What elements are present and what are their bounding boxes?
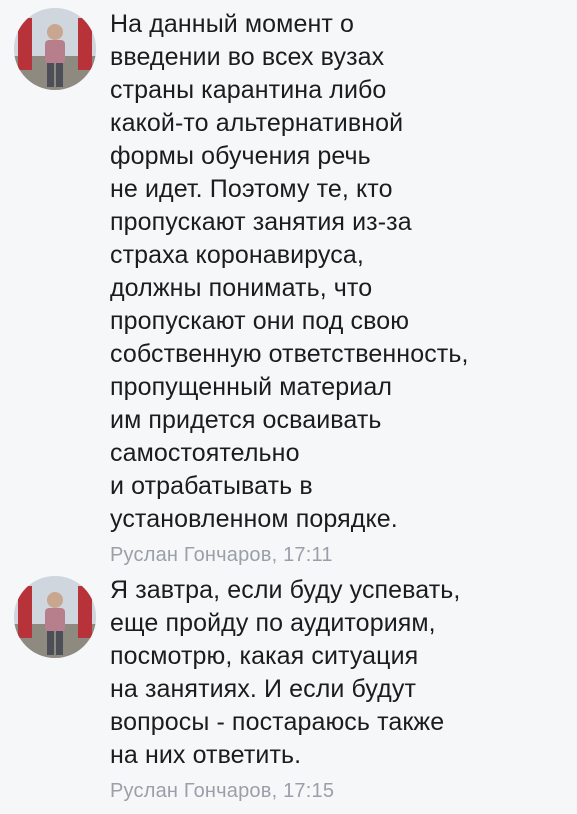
message-text: Я завтра, если буду успевать, еще пройду…: [110, 576, 461, 769]
person-photo-icon: [14, 576, 96, 658]
message-text: На данный момент о введении во всех вуза…: [110, 10, 469, 533]
avatar[interactable]: [14, 576, 96, 658]
avatar[interactable]: [14, 8, 96, 90]
message-bubble: Я завтра, если буду успевать, еще пройду…: [110, 574, 570, 804]
message-bubble: На данный момент о введении во всех вуза…: [110, 8, 570, 568]
message-meta: Руслан Гончаров, 17:15: [110, 780, 335, 802]
chat-feed: На данный момент о введении во всех вуза…: [0, 0, 577, 814]
person-photo-icon: [14, 8, 96, 90]
message-meta: Руслан Гончаров, 17:11: [110, 544, 333, 566]
